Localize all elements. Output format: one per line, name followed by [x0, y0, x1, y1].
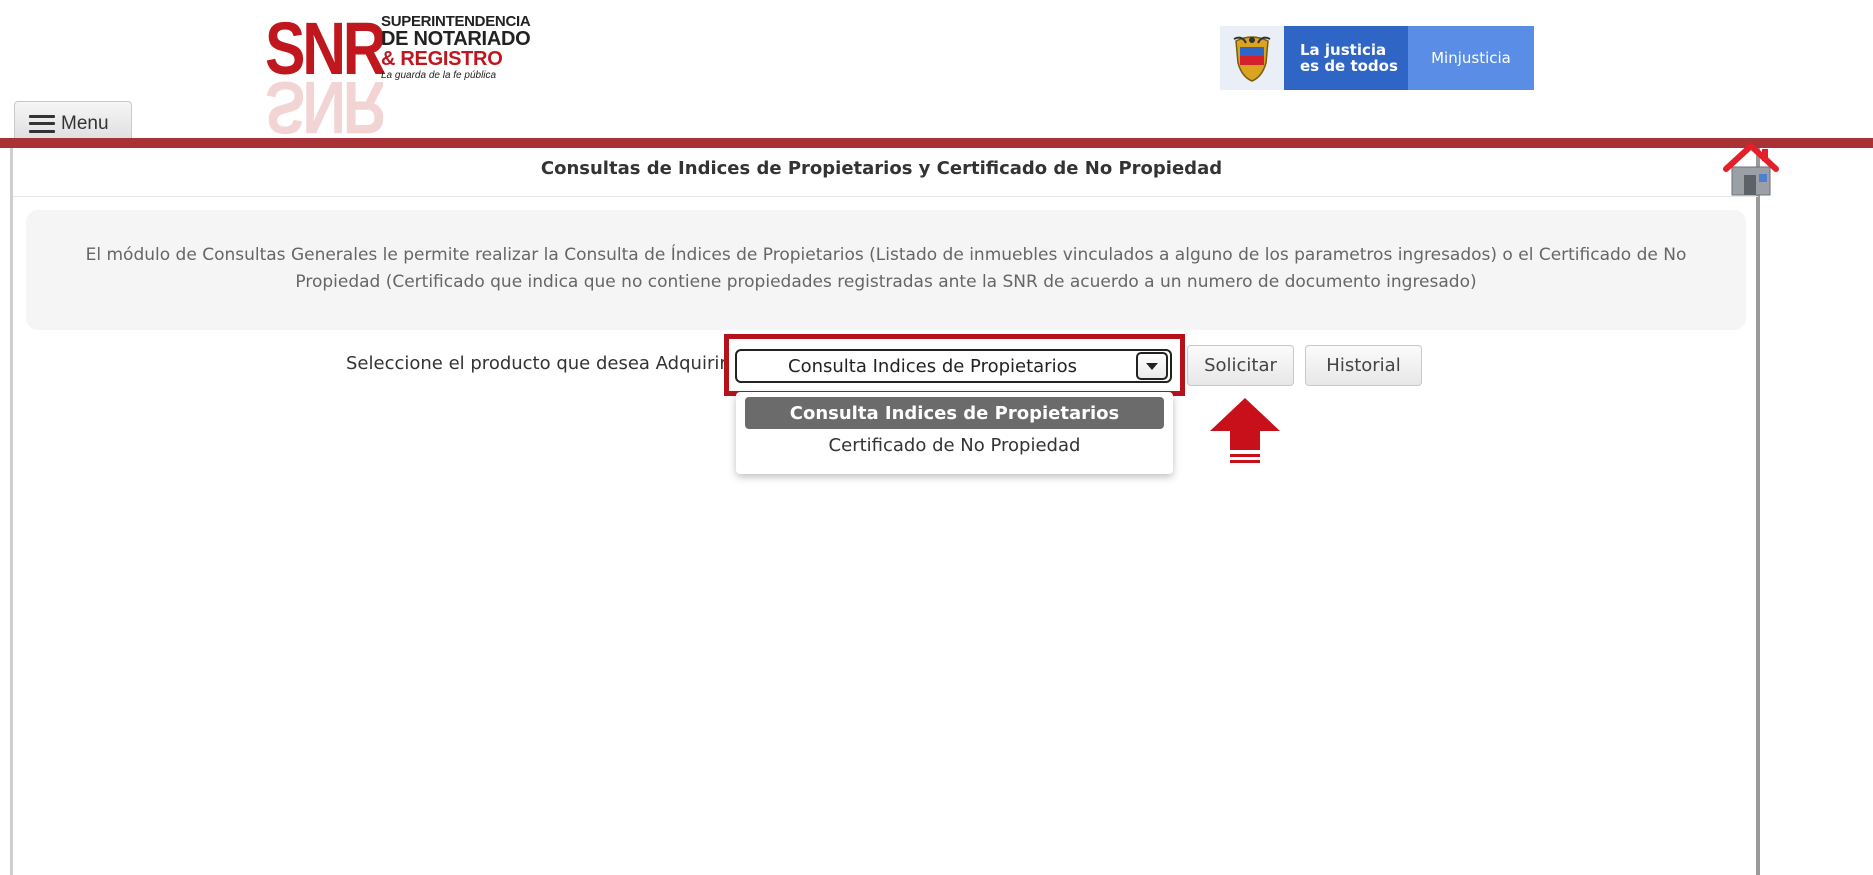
solicitar-button[interactable]: Solicitar [1187, 345, 1294, 386]
justicia-slogan: La justicia es de todos [1284, 26, 1408, 90]
snr-logo-reflection: SNR [265, 74, 384, 144]
dropdown-option-no-propiedad[interactable]: Certificado de No Propiedad [745, 429, 1164, 461]
slogan-line1: La justicia [1300, 41, 1387, 59]
minjusticia-banner[interactable]: La justicia es de todos Minjusticia [1220, 26, 1534, 90]
slogan-line2: es de todos [1300, 57, 1398, 75]
historial-button[interactable]: Historial [1305, 345, 1422, 386]
page-header: SNR SNR SUPERINTENDENCIA DE NOTARIADO & … [0, 0, 1873, 145]
select-highlight-annotation [724, 334, 1185, 396]
snr-logo-line2: DE NOTARIADO [381, 28, 531, 50]
snr-logo-text: SUPERINTENDENCIA DE NOTARIADO & REGISTRO… [381, 13, 531, 81]
dropdown-option-indices[interactable]: Consulta Indices de Propietarios [745, 397, 1164, 429]
menu-label: Menu [61, 112, 109, 134]
red-up-arrow-icon [1208, 396, 1282, 466]
hamburger-icon [29, 114, 55, 133]
product-select-label: Seleccione el producto que desea Adquiri… [346, 353, 727, 374]
info-text: El módulo de Consultas Generales le perm… [85, 245, 1687, 292]
snr-logo-line1: SUPERINTENDENCIA [381, 13, 531, 30]
page-title: Consultas de Indices de Propietarios y C… [540, 158, 1223, 179]
snr-logo-tagline: La guarda de la fe pública [381, 70, 497, 81]
ministry-label: Minjusticia [1408, 26, 1534, 90]
info-panel: El módulo de Consultas Generales le perm… [26, 210, 1746, 330]
title-divider [13, 196, 1758, 197]
snr-logo[interactable]: SNR SNR SUPERINTENDENCIA DE NOTARIADO & … [265, 12, 540, 145]
product-dropdown-list: Consulta Indices de Propietarios Certifi… [736, 392, 1173, 474]
header-divider-bar [0, 138, 1873, 148]
snr-logo-line3: & REGISTRO [381, 48, 503, 70]
colombia-shield-icon [1220, 26, 1284, 90]
